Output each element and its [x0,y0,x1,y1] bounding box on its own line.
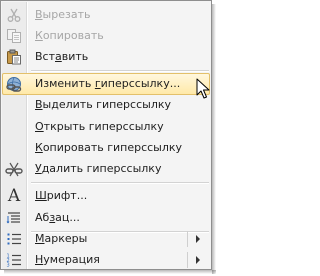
menu-item-bullets[interactable]: Маркеры [2,228,210,250]
unlink-icon [5,160,23,178]
menu-item-label: Вставить [35,50,89,63]
menu-item-paragraph[interactable]: Абзац... [2,207,210,229]
menu-item-label: Выделить гиперссылку [35,98,172,111]
context-menu: Вырезать Копировать Вставить Изменить ги… [0,0,212,270]
bullets-icon [5,230,23,248]
mouse-pointer-icon [196,78,210,103]
menu-separator [31,70,209,72]
numbering-icon: 1 2 3 [5,251,23,269]
menu-item-paste[interactable]: Вставить [2,46,210,68]
menu-item-font[interactable]: A Шрифт... [2,185,210,207]
menu-item-select-hyperlink[interactable]: Выделить гиперссылку [2,94,210,116]
menu-item-remove-hyperlink[interactable]: Удалить гиперссылку [2,158,210,180]
menu-item-open-hyperlink[interactable]: Открыть гиперссылку [2,116,210,138]
menu-item-label: Шрифт... [35,189,88,202]
menu-item-label: Копировать [35,29,104,42]
menu-item-copy-hyperlink[interactable]: Копировать гиперссылку [2,137,210,159]
menu-item-label: Копировать гиперссылку [35,141,183,154]
menu-item-copy[interactable]: Копировать [2,25,210,47]
submenu-arrow-icon [196,235,200,243]
menu-item-label: Нумерация [35,253,100,266]
paste-icon [5,48,23,66]
menu-item-label: Изменить гиперссылку... [35,77,181,90]
hyperlink-icon [5,75,23,93]
submenu-divider [187,252,188,268]
font-icon: A [7,186,21,206]
scissors-icon [5,6,23,24]
menu-item-label: Открыть гиперссылку [35,120,164,133]
menu-separator [31,182,209,184]
paragraph-icon [5,209,23,227]
menu-item-edit-hyperlink[interactable]: Изменить гиперссылку... [2,73,210,95]
menu-shadow-right [212,4,216,274]
submenu-divider [187,231,188,247]
svg-text:3: 3 [7,263,10,269]
menu-item-label: Абзац... [35,211,80,224]
menu-item-label: Удалить гиперссылку [35,162,162,175]
menu-item-label: Маркеры [35,232,88,245]
menu-item-label: Вырезать [35,8,91,21]
submenu-arrow-icon [196,256,200,264]
menu-item-cut[interactable]: Вырезать [2,4,210,26]
copy-icon [5,27,23,45]
menu-item-numbering[interactable]: 1 2 3 Нумерация [2,249,210,271]
